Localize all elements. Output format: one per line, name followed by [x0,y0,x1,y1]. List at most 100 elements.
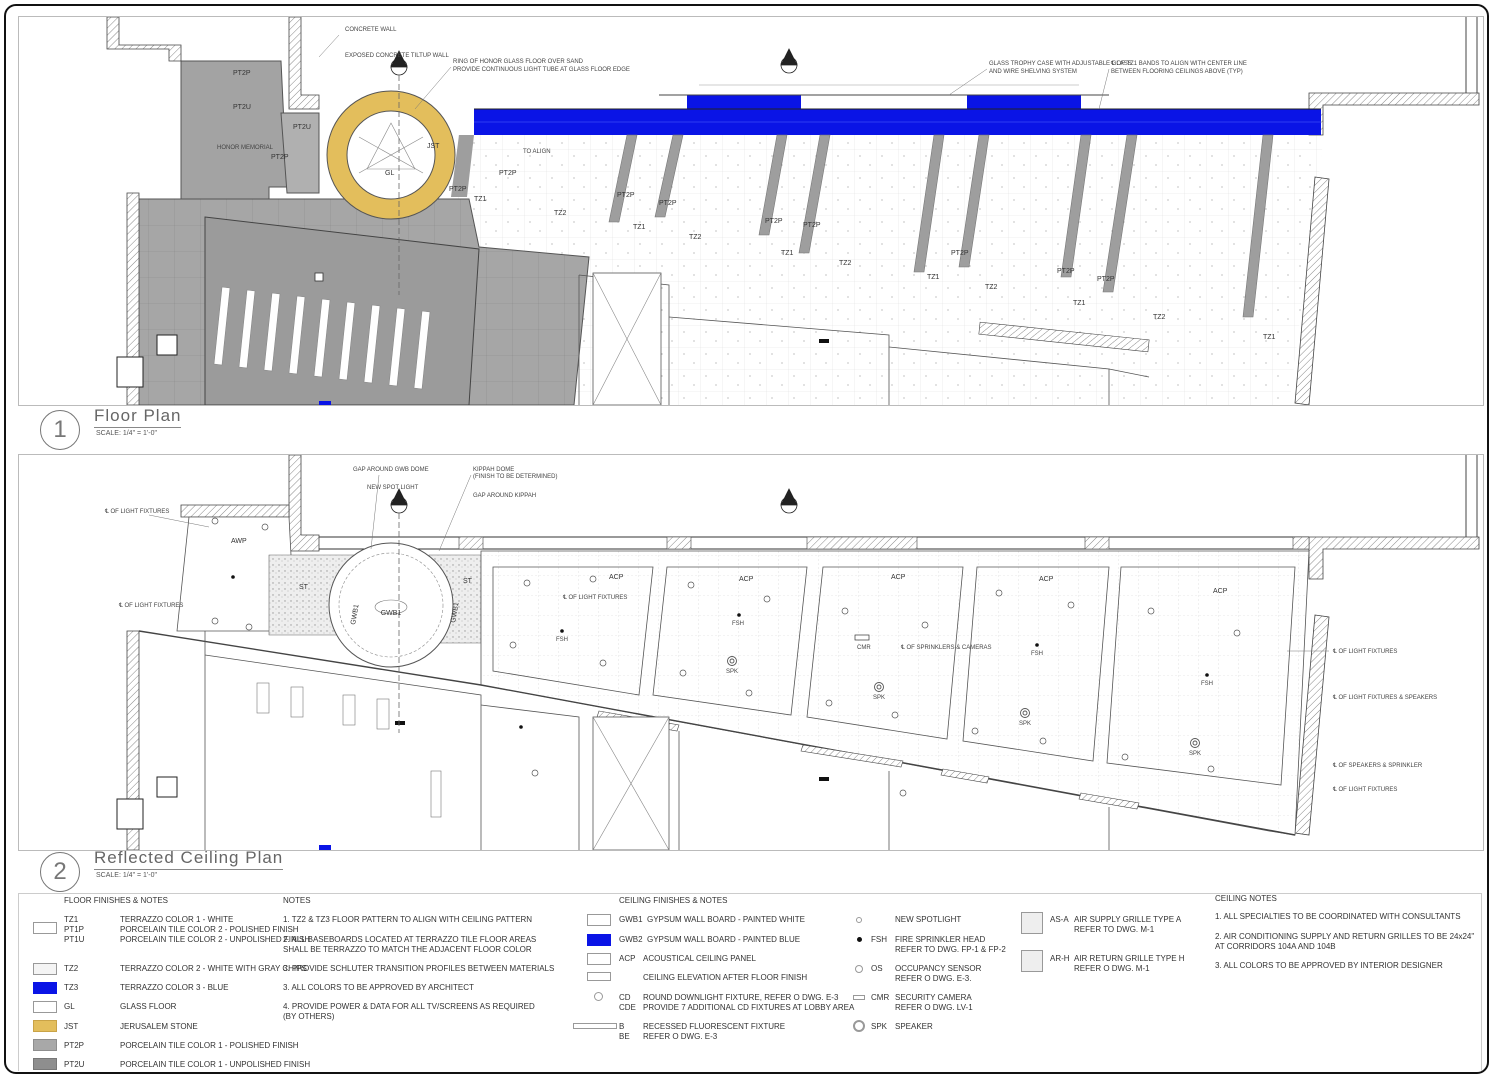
ceiling-elevation-tag-icon [587,972,611,981]
note-cl-light-1: ℄ OF LIGHT FIXTURES [104,509,169,515]
label-acp-4: ACP [1039,576,1054,583]
label-tz1-f: TZ1 [1263,334,1276,341]
label-tz2-c: TZ2 [839,260,852,267]
label-fsh-2: FSH [732,621,744,627]
label-spk-3: SPK [1019,721,1031,727]
label-pt2p-3: PT2P [659,200,677,207]
floor-plan-drawing: PT2P PT2U PT2U PT2P PT2P HONOR MEMORIAL … [106,17,1480,405]
note-line-2: 2. ALL BASEBOARDS LOCATED AT TERRAZZO TI… [283,935,537,944]
label-tz1-c: TZ1 [781,250,794,257]
floor-plan-view: PT2P PT2U PT2U PT2P PT2P HONOR MEMORIAL … [18,16,1484,406]
label-gl: GL [385,170,394,177]
label-tz2-e: TZ2 [1153,314,1166,321]
note-line-5: 3. ALL COLORS TO BE APPROVED BY ARCHITEC… [283,983,474,992]
swatch-acp [587,953,611,965]
label-acp-2: ACP [739,576,754,583]
ceiling-finishes-heading: CEILING FINISHES & NOTES [619,896,728,905]
note-cl-speakers: ℄ OF SPEAKERS & SPRINKLER [1332,763,1423,769]
swatch-tz1 [33,922,57,934]
security-camera-icon [853,995,865,1000]
label-jst: JST [427,143,440,150]
label-pt2p-5: PT2P [803,222,821,229]
label-acp-1: ACP [609,574,624,581]
label-fsh-4: FSH [1201,681,1213,687]
section-marker-2 [780,48,798,74]
floor-finishes-heading: FLOOR FINISHES & NOTES [64,896,169,905]
label-tz1-a: TZ1 [474,196,487,203]
note-kippah: KIPPAH DOME [473,467,514,473]
ceiling-notes-heading: CEILING NOTES [1215,894,1277,903]
note-line-1: 1. TZ2 & TZ3 FLOOR PATTERN TO ALIGN WITH… [283,915,533,924]
swatch-gwb1 [587,914,611,926]
note-cl-light-5: ℄ OF LIGHT FIXTURES & SPEAKERS [1332,695,1437,701]
swatch-pt2u [33,1058,57,1070]
label-pt2p-a: PT2P [233,70,251,77]
swatch-gl [33,1001,57,1013]
view-title-reflected-ceiling-plan: Reflected Ceiling Plan [94,848,284,870]
note-gap-gwb-dome: GAP AROUND GWB DOME [353,467,429,473]
label-st-a: ST [299,584,309,591]
label-pt2p-2: PT2P [617,192,635,199]
honor-memorial-room [180,60,288,204]
speaker-icon [853,1020,865,1032]
note-cl-sprinklers: ℄ OF SPRINKLERS & CAMERAS [900,645,992,651]
ceiling-plan-drawing: AWP ST ST GWB1 GWB1 GWB1 ACP ACP ACP ACP… [104,455,1480,850]
swatch-pt2p [33,1039,57,1051]
note-exposed-concrete: EXPOSED CONCRETE TILTUP WALL [345,53,449,59]
note-cl-light-4: ℄ OF LIGHT FIXTURES [1332,649,1397,655]
note-tz1-bands: ℄ OF TZ1 BANDS TO ALIGN WITH CENTER LINE [1110,61,1247,67]
label-tz1-b: TZ1 [633,224,646,231]
label-pt2p-1: PT2P [499,170,517,177]
view-scale-1: SCALE: 1/4" = 1'-0" [96,430,157,437]
label-pt2p-7: PT2P [1057,268,1075,275]
legend-panel: FLOOR FINISHES & NOTES TZ1 TERRAZZO COLOR… [18,893,1482,1071]
label-pt2u-b: PT2U [293,124,311,131]
downlight-icon [594,992,603,1001]
label-tz2-d: TZ2 [985,284,998,291]
note-to-align: TO ALIGN [523,149,551,155]
label-fsh-1: FSH [556,637,568,643]
view-number-1: 1 [40,410,80,450]
label-fsh-3: FSH [1031,651,1043,657]
sprinkler-head-icon [857,937,862,942]
label-tz1-e: TZ1 [1073,300,1086,307]
label-pt2p-6: PT2P [951,250,969,257]
ceiling-note-1: 1. ALL SPECIALTIES TO BE COORDINATED WIT… [1215,912,1461,921]
ceiling-note-3: 3. ALL COLORS TO BE APPROVED BY INTERIOR… [1215,961,1443,970]
return-grille-icon [1021,950,1043,972]
label-acp-5: ACP [1213,588,1228,595]
security-camera [854,634,870,641]
ceiling-note-2: 2. AIR CONDITIONING SUPPLY AND RETURN GR… [1215,932,1475,941]
label-pt2p-4: PT2P [765,218,783,225]
swatch-tz2 [33,963,57,975]
swatch-gwb2 [587,934,611,946]
label-pt2u-a: PT2U [233,104,251,111]
label-tz2-b: TZ2 [689,234,702,241]
label-acp-3: ACP [891,574,906,581]
label-spk-1: SPK [726,669,738,675]
note-cl-light-3: ℄ OF LIGHT FIXTURES [562,595,627,601]
fluorescent-fixture-icon [573,1023,617,1029]
rcp-section-marker-2 [780,488,798,514]
note-new-spotlight: NEW SPOT LIGHT [367,485,419,491]
note-concrete-wall: CONCRETE WALL [345,27,397,33]
swatch-jst [33,1020,57,1032]
label-spk-2: SPK [873,695,885,701]
view-title-floor-plan: Floor Plan [94,406,182,428]
label-st-b: ST [463,578,473,585]
label-gwb1-a: GWB1 [381,610,402,617]
note-cl-light-6: ℄ OF LIGHT FIXTURES [1332,787,1397,793]
note-kippah-2: (FINISH TO BE DETERMINED) [473,474,557,480]
label-pt2p-c: PT2P [449,186,467,193]
note-trophy-case-2: AND WIRE SHELVING SYSTEM [989,69,1077,75]
label-spk-4: SPK [1189,751,1201,757]
view-scale-2: SCALE: 1/4" = 1'-0" [96,872,157,879]
note-ring-of-honor: RING OF HONOR GLASS FLOOR OVER SAND [453,59,584,65]
note-line-6: 4. PROVIDE POWER & DATA FOR ALL TV/SCREE… [283,1002,535,1011]
label-honor-memorial: HONOR MEMORIAL [217,145,274,151]
view-number-2: 2 [40,852,80,892]
reflected-ceiling-plan-view: AWP ST ST GWB1 GWB1 GWB1 ACP ACP ACP ACP… [18,454,1484,851]
supply-grille-icon [1021,912,1043,934]
notes-heading: NOTES [283,896,311,905]
note-line-7: (BY OTHERS) [283,1012,335,1021]
